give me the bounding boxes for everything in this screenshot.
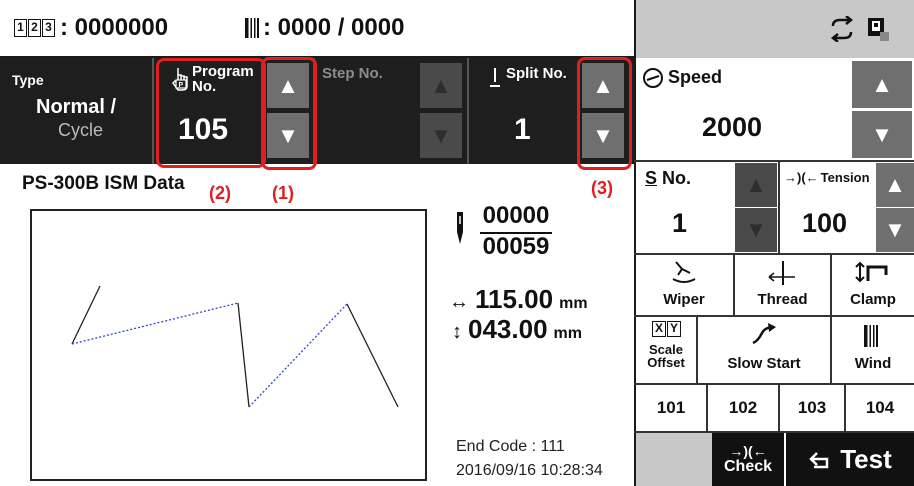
stitch-current: 00000 <box>480 202 552 234</box>
annotation-box-program <box>156 58 266 168</box>
speed-value[interactable]: 2000 <box>702 112 762 143</box>
annotation-label-2: (2) <box>209 183 231 203</box>
step-label: Step No. <box>322 65 383 82</box>
program-storage-icon[interactable] <box>866 16 890 42</box>
stitch-total: 00059 <box>482 233 550 260</box>
stitch-pattern-preview[interactable] <box>30 209 427 481</box>
wiper-icon <box>672 261 696 283</box>
data-datetime: 2016/09/16 10:28:34 <box>456 462 603 479</box>
annotation-label-1: (1) <box>272 183 294 203</box>
counter-value: : 0000000 <box>60 14 169 41</box>
type-label: Type <box>12 72 44 88</box>
speed-gauge-icon <box>643 68 663 88</box>
program-shortcut-104[interactable]: 104 <box>846 385 914 431</box>
xy-scale-icon: X Y <box>652 321 681 337</box>
annotation-box-split-arrows <box>577 57 632 170</box>
check-label: Check <box>723 457 773 475</box>
s-no-down-button[interactable]: ▼ <box>735 208 777 252</box>
test-label: Test <box>840 444 892 474</box>
speed-up-button[interactable]: ▲ <box>852 61 912 108</box>
horizontal-arrow-icon: ↔ <box>449 291 469 313</box>
tension-down-button[interactable]: ▼ <box>876 208 914 252</box>
program-shortcut-102[interactable]: 102 <box>708 385 778 431</box>
height-value: 043.00 <box>468 314 548 344</box>
tension-check-icon: →)(← <box>729 442 767 459</box>
data-title: PS-300B ISM Data <box>22 173 185 194</box>
s-no-up-button[interactable]: ▲ <box>735 163 777 207</box>
s-no-value[interactable]: 1 <box>672 208 687 239</box>
blank-cell <box>636 433 712 486</box>
width-value: 115.00 <box>475 284 554 314</box>
thread-trim-button[interactable]: Thread <box>735 255 830 315</box>
scale-offset-button[interactable]: X Y Scale Offset <box>636 317 696 383</box>
clamp-button[interactable]: Clamp <box>832 255 914 315</box>
needle-icon <box>457 212 463 244</box>
tension-icon: →)(← <box>784 170 819 185</box>
type-value-cycle: Cycle <box>58 120 104 140</box>
bobbin-spool-icon <box>245 18 259 38</box>
program-shortcut-101[interactable]: 101 <box>636 385 706 431</box>
width-dimension: ↔ 115.00 mm <box>449 284 588 315</box>
wiper-button[interactable]: Wiper <box>636 255 732 315</box>
bobbin-wind-icon <box>864 325 878 347</box>
test-button[interactable]: Test <box>786 433 914 486</box>
tension-up-button[interactable]: ▲ <box>876 163 914 207</box>
end-code: End Code : 111 <box>456 438 565 455</box>
sync-arrows-icon[interactable] <box>828 16 856 42</box>
divider <box>152 58 154 164</box>
speed-down-button[interactable]: ▼ <box>852 111 912 158</box>
needle-icon <box>490 68 500 87</box>
height-unit: mm <box>553 325 582 342</box>
bobbin-counter: : 0000 / 0000 <box>245 14 404 42</box>
bobbin-counter-value: : 0000 / 0000 <box>263 14 405 41</box>
program-shortcut-103[interactable]: 103 <box>780 385 844 431</box>
annotation-box-program-arrows <box>261 57 317 170</box>
divider <box>778 162 780 254</box>
annotation-label-3: (3) <box>591 178 613 198</box>
slow-start-button[interactable]: Slow Start <box>698 317 830 383</box>
step-up-button[interactable]: ▲ <box>420 63 462 108</box>
divider <box>634 160 914 162</box>
test-return-icon <box>809 451 829 468</box>
divider <box>467 58 469 164</box>
vertical-arrow-icon: ↕ <box>452 321 462 343</box>
tension-label: →)(← Tension <box>784 170 870 185</box>
clamp-icon <box>855 261 888 283</box>
tension-value[interactable]: 100 <box>802 208 847 239</box>
counter-123-icon: 123 <box>14 19 56 37</box>
type-value: Normal / <box>36 96 117 118</box>
production-counter: 123 : 0000000 <box>14 14 168 42</box>
speed-label: Speed <box>668 67 723 87</box>
thread-trim-icon <box>768 261 795 285</box>
step-down-button[interactable]: ▼ <box>420 113 462 158</box>
split-number[interactable]: 1 <box>514 113 531 147</box>
width-unit: mm <box>559 295 588 312</box>
stitch-pattern-drawing <box>71 285 399 408</box>
wind-button[interactable]: Wind <box>832 317 914 383</box>
slow-start-arrow-icon <box>752 323 776 345</box>
height-dimension: ↕ 043.00 mm <box>452 314 582 345</box>
s-no-label: S No. <box>645 168 692 188</box>
split-label: Split No. <box>506 65 567 82</box>
check-button[interactable]: →)(← Check <box>712 433 784 486</box>
